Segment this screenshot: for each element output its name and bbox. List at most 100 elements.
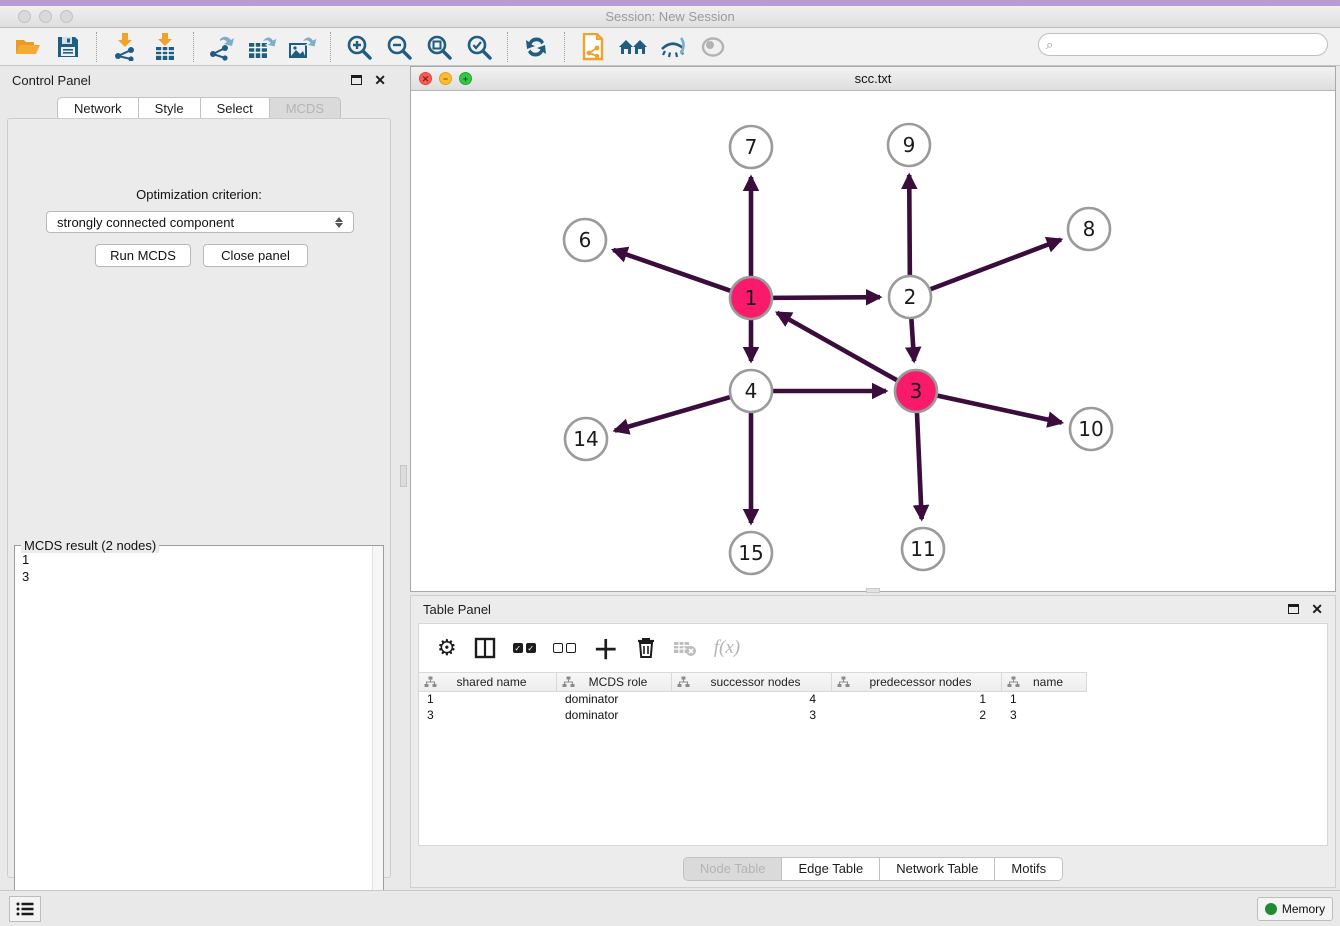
network-close-icon[interactable]: ✕ bbox=[419, 72, 432, 85]
search-input[interactable] bbox=[1038, 33, 1328, 56]
open-session-icon[interactable] bbox=[8, 31, 48, 63]
window-title: Session: New Session bbox=[0, 6, 1340, 27]
graph-edge-2-8[interactable] bbox=[928, 240, 1061, 291]
first-neighbors-icon[interactable] bbox=[613, 31, 653, 63]
float-table-panel-icon[interactable] bbox=[1288, 604, 1299, 614]
graph-edge-3-10[interactable] bbox=[935, 395, 1062, 423]
memory-button[interactable]: Memory bbox=[1257, 897, 1333, 921]
table-row[interactable]: 3dominator323 bbox=[419, 708, 1087, 724]
graph-node-2[interactable]: 2 bbox=[889, 276, 931, 318]
cell-name[interactable]: 3 bbox=[1002, 708, 1087, 724]
apply-layout-icon[interactable] bbox=[516, 31, 556, 63]
control-panel-title: Control Panel bbox=[12, 73, 91, 88]
cell-shared-name[interactable]: 1 bbox=[419, 692, 557, 708]
tab-edge-table[interactable]: Edge Table bbox=[782, 857, 880, 881]
delete-table-icon[interactable] bbox=[673, 639, 697, 657]
cell-shared-name[interactable]: 3 bbox=[419, 708, 557, 724]
network-window-titlebar[interactable]: ✕ − + scc.txt bbox=[411, 67, 1335, 91]
hide-selected-icon[interactable] bbox=[653, 31, 693, 63]
deselect-all-columns-icon[interactable] bbox=[553, 643, 576, 653]
vertical-splitter[interactable] bbox=[398, 66, 410, 882]
run-mcds-button[interactable]: Run MCDS bbox=[95, 244, 191, 267]
minimize-window-icon[interactable] bbox=[39, 10, 52, 23]
export-table-icon[interactable] bbox=[242, 31, 282, 63]
optimization-criterion-value: strongly connected component bbox=[57, 215, 234, 230]
task-history-button[interactable] bbox=[9, 896, 41, 922]
network-canvas[interactable]: 1 2 3 4 6 7 8 9 10 11 14 15 bbox=[411, 91, 1335, 591]
graph-node-14[interactable]: 14 bbox=[565, 418, 607, 460]
cell-predecessor-nodes[interactable]: 1 bbox=[832, 692, 1002, 708]
graph-edge-2-3[interactable] bbox=[911, 316, 914, 361]
graph-node-label: 3 bbox=[910, 379, 923, 403]
zoom-selected-icon[interactable] bbox=[459, 31, 499, 63]
float-panel-icon[interactable] bbox=[351, 75, 362, 85]
copy-network-icon[interactable] bbox=[573, 31, 613, 63]
cell-successor-nodes[interactable]: 4 bbox=[672, 692, 832, 708]
table-settings-icon[interactable]: ⚙ bbox=[437, 635, 457, 661]
add-row-icon[interactable]: ＋ bbox=[593, 630, 619, 667]
graph-node-9[interactable]: 9 bbox=[888, 124, 930, 166]
column-header-shared-name[interactable]: shared name bbox=[419, 673, 557, 691]
table-panel: Table Panel ✕ ⚙ ✓✓ ＋ f(x) shared nameMCD… bbox=[410, 595, 1336, 888]
optimization-criterion-select[interactable]: strongly connected component bbox=[46, 211, 354, 233]
zoom-fit-icon[interactable] bbox=[419, 31, 459, 63]
graph-edge-1-6[interactable] bbox=[613, 250, 733, 292]
cell-mcds-role[interactable]: dominator bbox=[557, 692, 672, 708]
horizontal-splitter-grip[interactable] bbox=[866, 588, 880, 593]
graph-node-4[interactable]: 4 bbox=[730, 370, 772, 412]
graph-edge-3-1[interactable] bbox=[777, 313, 899, 382]
toolbar-separator bbox=[96, 32, 97, 62]
table-row[interactable]: 1dominator411 bbox=[419, 692, 1087, 708]
export-image-icon[interactable] bbox=[282, 31, 322, 63]
column-header-name[interactable]: name bbox=[1002, 673, 1087, 691]
graph-node-11[interactable]: 11 bbox=[902, 528, 944, 570]
show-all-icon[interactable] bbox=[693, 31, 733, 63]
graph-node-15[interactable]: 15 bbox=[730, 532, 772, 574]
cell-mcds-role[interactable]: dominator bbox=[557, 708, 672, 724]
result-scrollbar[interactable] bbox=[372, 546, 383, 922]
tab-network-table[interactable]: Network Table bbox=[880, 857, 995, 881]
graph-edge-3-11[interactable] bbox=[917, 410, 922, 519]
function-builder-icon[interactable]: f(x) bbox=[714, 637, 740, 659]
export-network-icon[interactable] bbox=[202, 31, 242, 63]
cell-predecessor-nodes[interactable]: 2 bbox=[832, 708, 1002, 724]
close-panel-icon[interactable]: ✕ bbox=[374, 72, 386, 89]
select-all-columns-icon[interactable]: ✓✓ bbox=[513, 643, 536, 653]
splitter-grip[interactable] bbox=[400, 465, 407, 487]
close-window-icon[interactable] bbox=[18, 10, 31, 23]
graph-node-8[interactable]: 8 bbox=[1068, 208, 1110, 250]
maximize-window-icon[interactable] bbox=[60, 10, 73, 23]
tab-motifs[interactable]: Motifs bbox=[995, 857, 1063, 881]
network-minimize-icon[interactable]: − bbox=[439, 72, 452, 85]
graph-node-3[interactable]: 3 bbox=[895, 370, 937, 412]
column-header-predecessor-nodes[interactable]: predecessor nodes bbox=[832, 673, 1002, 691]
graph-edge-1-2[interactable] bbox=[770, 297, 880, 298]
tab-node-table[interactable]: Node Table bbox=[683, 857, 783, 881]
graph-node-label: 7 bbox=[745, 135, 758, 159]
import-table-icon[interactable] bbox=[145, 31, 185, 63]
zoom-out-icon[interactable] bbox=[379, 31, 419, 63]
column-header-successor-nodes[interactable]: successor nodes bbox=[672, 673, 832, 691]
network-maximize-icon[interactable]: + bbox=[459, 72, 472, 85]
close-panel-button[interactable]: Close panel bbox=[203, 244, 308, 267]
column-header-mcds-role[interactable]: MCDS role bbox=[557, 673, 672, 691]
graph-node-10[interactable]: 10 bbox=[1070, 408, 1112, 450]
mcds-result-text[interactable]: 1 3 bbox=[16, 549, 371, 921]
graph-node-7[interactable]: 7 bbox=[730, 126, 772, 168]
close-table-panel-icon[interactable]: ✕ bbox=[1311, 601, 1323, 618]
show-column-icon[interactable] bbox=[474, 637, 496, 659]
import-network-icon[interactable] bbox=[105, 31, 145, 63]
zoom-in-icon[interactable] bbox=[339, 31, 379, 63]
graph-edge-4-14[interactable] bbox=[615, 396, 733, 430]
cell-name[interactable]: 1 bbox=[1002, 692, 1087, 708]
graph-node-6[interactable]: 6 bbox=[564, 219, 606, 261]
delete-row-icon[interactable] bbox=[636, 637, 656, 659]
window-controls[interactable] bbox=[18, 10, 81, 28]
search-icon: ⌕ bbox=[1046, 37, 1053, 53]
graph-edge-2-9[interactable] bbox=[909, 175, 910, 278]
cell-successor-nodes[interactable]: 3 bbox=[672, 708, 832, 724]
save-session-icon[interactable] bbox=[48, 31, 88, 63]
network-window-title: scc.txt bbox=[411, 67, 1335, 90]
graph-node-label: 9 bbox=[903, 133, 916, 157]
graph-node-1[interactable]: 1 bbox=[730, 277, 772, 319]
